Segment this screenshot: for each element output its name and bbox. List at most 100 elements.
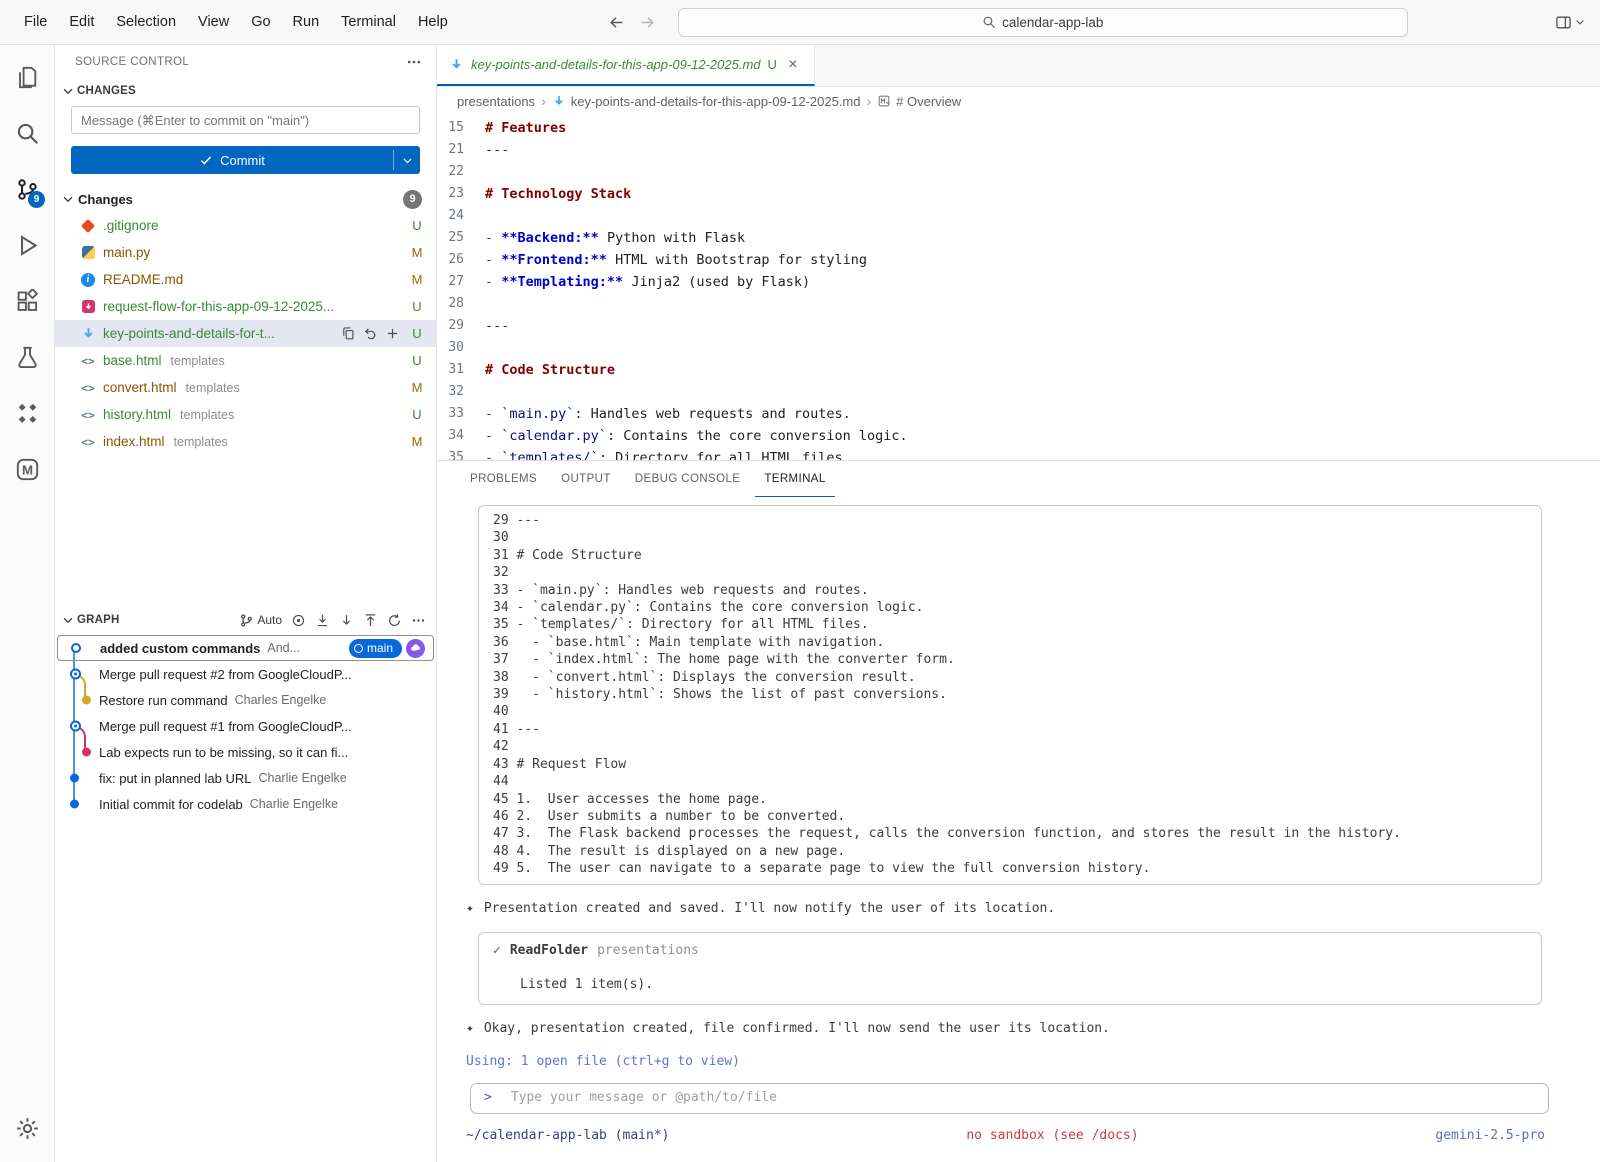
panel-tab-problems[interactable]: PROBLEMS: [461, 461, 546, 497]
scm-file-row[interactable]: <>base.htmltemplatesU: [55, 347, 436, 374]
code-line[interactable]: 21---: [437, 139, 1600, 161]
code-line[interactable]: 29---: [437, 315, 1600, 337]
layout-toggle-button[interactable]: [1555, 14, 1586, 31]
code-line[interactable]: 25- **Backend:** Python with Flask: [437, 227, 1600, 249]
menu-file[interactable]: File: [14, 10, 57, 34]
activity-source-control[interactable]: 9: [3, 161, 51, 217]
menu-selection[interactable]: Selection: [106, 10, 186, 34]
changes-tree-header[interactable]: Changes 9: [55, 186, 436, 212]
git-status-letter: U: [410, 353, 424, 368]
commit-message-input[interactable]: [71, 106, 420, 134]
more-actions-icon[interactable]: [411, 613, 426, 628]
code-line[interactable]: 22: [437, 161, 1600, 183]
panel-tab-output[interactable]: OUTPUT: [552, 461, 620, 497]
code-editor[interactable]: 15# Features21---2223# Technology Stack2…: [437, 115, 1600, 460]
menu-view[interactable]: View: [188, 10, 239, 34]
menu-go[interactable]: Go: [241, 10, 280, 34]
html-brackets-icon: <>: [81, 381, 95, 395]
line-number: 24: [437, 205, 485, 227]
commit-dropdown-button[interactable]: [394, 146, 420, 174]
stage-changes-icon[interactable]: [385, 326, 400, 341]
commit-row[interactable]: Restore run commandCharles Engelke: [57, 687, 434, 713]
activity-bar: 9M: [0, 45, 55, 1162]
activity-badge: 9: [28, 191, 45, 208]
forward-arrow-icon[interactable]: [639, 14, 656, 31]
menu-help[interactable]: Help: [408, 10, 458, 34]
more-actions-icon[interactable]: [406, 54, 422, 70]
editor-tab[interactable]: key-points-and-details-for-this-app-09-1…: [437, 45, 815, 86]
code-line[interactable]: 33- `main.py`: Handles web requests and …: [437, 403, 1600, 425]
activity-m-extension[interactable]: M: [3, 441, 51, 497]
open-file-icon[interactable]: [341, 326, 356, 341]
graph-section-header[interactable]: GRAPH Auto: [55, 607, 436, 633]
activity-explorer[interactable]: [3, 49, 51, 105]
terminal-view[interactable]: 29 ---3031 # Code Structure3233 - `main.…: [437, 497, 1600, 1162]
discard-changes-icon[interactable]: [363, 326, 378, 341]
commit-row[interactable]: Initial commit for codelabCharlie Engelk…: [57, 791, 434, 817]
code-line[interactable]: 15# Features: [437, 117, 1600, 139]
line-number: 34: [437, 425, 485, 447]
commit-row[interactable]: fix: put in planned lab URLCharlie Engel…: [57, 765, 434, 791]
scm-file-row[interactable]: iREADME.mdM: [55, 266, 436, 293]
commit-button[interactable]: Commit: [71, 146, 420, 174]
scm-file-row[interactable]: .gitignoreU: [55, 212, 436, 239]
activity-extensions[interactable]: [3, 273, 51, 329]
panel-tab-debug-console[interactable]: DEBUG CONSOLE: [626, 461, 750, 497]
code-line[interactable]: 28: [437, 293, 1600, 315]
pull-icon[interactable]: [339, 613, 354, 628]
titlebar: FileEditSelectionViewGoRunTerminalHelp c…: [0, 0, 1600, 45]
file-inline-actions: [341, 326, 400, 341]
activity-gemini[interactable]: [3, 385, 51, 441]
menu-run[interactable]: Run: [283, 10, 330, 34]
menu-edit[interactable]: Edit: [59, 10, 104, 34]
scm-file-row[interactable]: <>convert.htmltemplatesM: [55, 374, 436, 401]
back-arrow-icon[interactable]: [608, 14, 625, 31]
file-name: index.html: [103, 434, 165, 449]
scm-file-row[interactable]: key-points-and-details-for-t...U: [55, 320, 436, 347]
menu-terminal[interactable]: Terminal: [331, 10, 406, 34]
activity-search[interactable]: [3, 105, 51, 161]
scm-file-row[interactable]: <>index.htmltemplatesM: [55, 428, 436, 455]
prompt-symbol: >: [484, 1089, 492, 1106]
file-name: main.py: [103, 245, 150, 260]
fetch-icon[interactable]: [315, 613, 330, 628]
scm-file-row[interactable]: request-flow-for-this-app-09-12-2025...U: [55, 293, 436, 320]
code-line[interactable]: 27- **Templating:** Jinja2 (used by Flas…: [437, 271, 1600, 293]
breadcrumb-item[interactable]: key-points-and-details-for-this-app-09-1…: [552, 94, 861, 109]
terminal-chat-input[interactable]: >Type your message or @path/to/file: [470, 1083, 1549, 1114]
code-line[interactable]: 23# Technology Stack: [437, 183, 1600, 205]
gemini-star-icon: ✦: [466, 900, 474, 917]
graph-auto-button[interactable]: Auto: [239, 613, 282, 628]
breadcrumb-item[interactable]: # Overview: [877, 94, 961, 109]
commit-row[interactable]: Lab expects run to be missing, so it can…: [57, 739, 434, 765]
code-line[interactable]: 26- **Frontend:** HTML with Bootstrap fo…: [437, 249, 1600, 271]
code-segment: **Frontend:**: [501, 252, 607, 268]
tool-argument: presentations: [597, 942, 699, 959]
command-center-search[interactable]: calendar-app-lab: [678, 8, 1408, 37]
commit-row[interactable]: added custom commandsAnd...main: [57, 635, 434, 661]
commit-button-main[interactable]: Commit: [71, 146, 393, 174]
markdown-file-icon: [449, 57, 464, 72]
code-line[interactable]: 34- `calendar.py`: Contains the core con…: [437, 425, 1600, 447]
terminal-output-line: 36 - `base.html`: Main template with nav…: [493, 634, 1541, 651]
code-line[interactable]: 24: [437, 205, 1600, 227]
activity-testing[interactable]: [3, 329, 51, 385]
refresh-icon[interactable]: [387, 613, 402, 628]
code-line[interactable]: 35- `templates/`: Directory for all HTML…: [437, 447, 1600, 460]
breadcrumb-item[interactable]: presentations: [457, 94, 535, 109]
code-line[interactable]: 32: [437, 381, 1600, 403]
push-icon[interactable]: [363, 613, 378, 628]
panel-tab-terminal[interactable]: TERMINAL: [755, 461, 834, 497]
target-icon[interactable]: [291, 613, 306, 628]
commit-row[interactable]: Merge pull request #2 from GoogleCloudP.…: [57, 661, 434, 687]
scm-file-row[interactable]: main.pyM: [55, 239, 436, 266]
activity-settings[interactable]: [3, 1100, 51, 1156]
code-line[interactable]: 30: [437, 337, 1600, 359]
scm-file-row[interactable]: <>history.htmltemplatesU: [55, 401, 436, 428]
code-line[interactable]: 31# Code Structure: [437, 359, 1600, 381]
commit-row[interactable]: Merge pull request #1 from GoogleCloudP.…: [57, 713, 434, 739]
code-segment: Jinja2 (used by Flask): [623, 274, 810, 290]
activity-run-debug[interactable]: [3, 217, 51, 273]
changes-section-header[interactable]: CHANGES: [55, 79, 436, 103]
close-tab-icon[interactable]: [784, 56, 802, 74]
